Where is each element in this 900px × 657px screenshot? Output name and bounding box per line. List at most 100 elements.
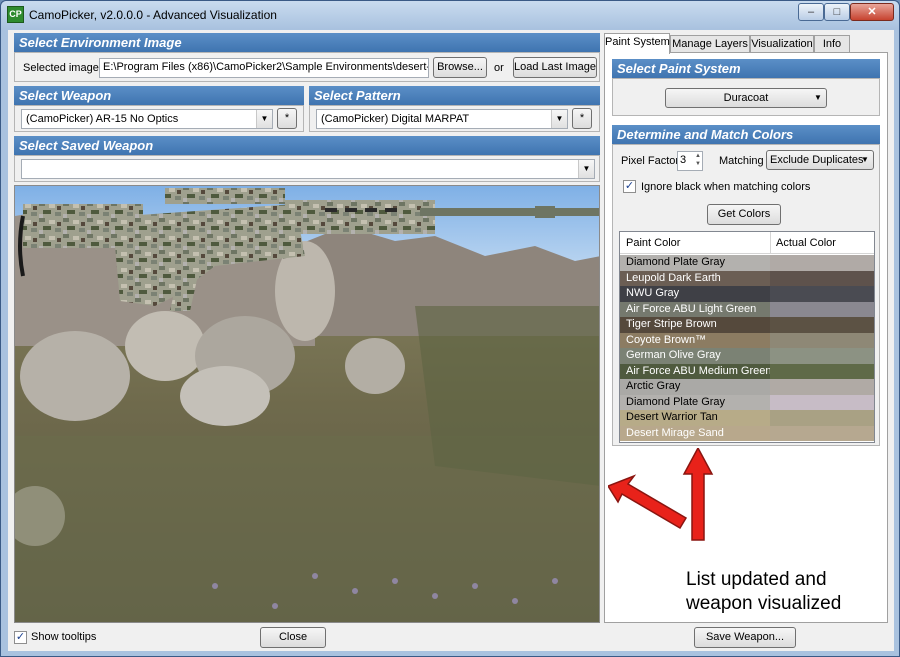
actual-color-swatch <box>770 286 874 302</box>
pixel-factor-stepper[interactable]: 3 ▲ ▼ <box>677 151 703 171</box>
browse-button[interactable]: Browse... <box>433 57 487 78</box>
paint-color-column-header: Paint Color <box>626 237 681 249</box>
weapon-select[interactable]: (CamoPicker) AR-15 No Optics ▼ <box>21 109 273 129</box>
table-row[interactable]: Diamond Plate Gray <box>620 394 874 410</box>
actual-color-swatch <box>770 317 874 333</box>
actual-color-swatch <box>770 332 874 348</box>
ignore-black-checkbox[interactable]: ✓ <box>623 180 636 193</box>
paint-color-cell: Air Force ABU Light Green <box>620 301 770 317</box>
title-bar[interactable]: CP CamoPicker, v2.0.0.0 - Advanced Visua… <box>1 1 899 29</box>
table-row[interactable]: Diamond Plate Gray <box>620 255 874 271</box>
paint-system-panel: Duracoat ▼ <box>612 78 880 116</box>
paint-system-header: Select Paint System <box>612 59 880 78</box>
maximize-button[interactable]: □ <box>824 3 850 21</box>
client-area: Select Environment Image Selected image … <box>8 30 894 651</box>
saved-weapon-panel: ▼ <box>14 155 600 182</box>
desert-scene-image <box>15 186 599 622</box>
weapon-star-button[interactable]: * <box>277 108 297 129</box>
paint-color-cell: Desert Mirage Sand <box>620 425 770 441</box>
paint-color-cell: Leupold Dark Earth <box>620 270 770 286</box>
paint-color-cell: Arctic Gray <box>620 379 770 395</box>
chevron-down-icon: ▼ <box>551 110 567 128</box>
saved-weapon-header: Select Saved Weapon <box>14 136 600 155</box>
show-tooltips-checkbox[interactable]: ✓ <box>14 631 27 644</box>
paint-color-cell: Diamond Plate Gray <box>620 255 770 271</box>
paint-color-cell: Desert Warrior Tan <box>620 410 770 426</box>
window-title: CamoPicker, v2.0.0.0 - Advanced Visualiz… <box>29 8 277 22</box>
annotation-arrows <box>608 448 714 541</box>
actual-color-swatch <box>770 348 874 364</box>
paint-system-select[interactable]: Duracoat ▼ <box>665 88 827 108</box>
annotation-line-1: List updated and <box>686 569 827 590</box>
table-row[interactable]: Arctic Gray <box>620 379 874 395</box>
table-row[interactable]: German Olive Gray <box>620 348 874 364</box>
up-arrow-icon <box>682 448 714 541</box>
table-row[interactable]: Desert Mirage Sand <box>620 425 874 441</box>
tab-info[interactable]: Info <box>814 35 850 53</box>
load-last-image-button[interactable]: Load Last Image <box>513 57 597 78</box>
match-colors-panel: Pixel Factor 3 ▲ ▼ Matching Exclude Dupli… <box>612 144 880 446</box>
close-button[interactable]: Close <box>260 627 326 648</box>
actual-color-swatch <box>770 410 874 426</box>
selected-image-label: Selected image <box>23 62 99 74</box>
environment-header: Select Environment Image <box>14 33 600 52</box>
chevron-down-icon: ▼ <box>256 110 272 128</box>
close-window-button[interactable]: ✕ <box>850 3 894 21</box>
minimize-button[interactable]: – <box>798 3 824 21</box>
colors-table[interactable]: Paint Color Actual Color Diamond Plate G… <box>619 231 875 443</box>
actual-color-swatch <box>770 394 874 410</box>
paint-color-cell: Tiger Stripe Brown <box>620 317 770 333</box>
actual-color-column-header: Actual Color <box>776 237 836 249</box>
table-row[interactable]: Air Force ABU Light Green <box>620 301 874 317</box>
pattern-select[interactable]: (CamoPicker) Digital MARPAT ▼ <box>316 109 568 129</box>
stepper-arrows-icon[interactable]: ▲ ▼ <box>695 152 701 168</box>
colors-table-header: Paint Color Actual Color <box>620 232 874 254</box>
matching-label: Matching <box>719 155 764 167</box>
pattern-panel: (CamoPicker) Digital MARPAT ▼ * <box>309 105 600 132</box>
show-tooltips-label: Show tooltips <box>31 631 97 643</box>
image-path-field[interactable]: E:\Program Files (x86)\CamoPicker2\Sampl… <box>99 58 429 78</box>
paint-color-cell: NWU Gray <box>620 286 770 302</box>
chevron-down-icon: ▼ <box>861 155 869 164</box>
left-arrow-icon <box>608 474 688 530</box>
table-row[interactable]: Leupold Dark Earth <box>620 270 874 286</box>
pattern-header: Select Pattern <box>309 86 600 105</box>
pixel-factor-value: 3 <box>680 154 687 166</box>
ignore-black-label: Ignore black when matching colors <box>641 181 811 193</box>
weapon-header: Select Weapon <box>14 86 304 105</box>
table-row[interactable]: Desert Warrior Tan <box>620 410 874 426</box>
pattern-star-button[interactable]: * <box>572 108 592 129</box>
actual-color-swatch <box>770 270 874 286</box>
or-label: or <box>494 62 504 74</box>
pattern-select-value: (CamoPicker) Digital MARPAT <box>321 113 470 125</box>
environment-panel: Selected image E:\Program Files (x86)\Ca… <box>14 52 600 82</box>
weapon-panel: (CamoPicker) AR-15 No Optics ▼ * <box>14 105 304 132</box>
annotation-line-2: weapon visualized <box>686 593 842 614</box>
environment-image-view[interactable] <box>14 185 600 623</box>
tab-paint-system[interactable]: Paint System <box>604 33 670 54</box>
tab-visualization[interactable]: Visualization <box>750 35 814 53</box>
table-row[interactable]: Air Force ABU Medium Green <box>620 363 874 379</box>
paint-system-select-value: Duracoat <box>723 92 769 104</box>
matching-select[interactable]: Exclude Duplicates ▼ <box>766 150 874 170</box>
actual-color-swatch <box>770 255 874 271</box>
save-weapon-button[interactable]: Save Weapon... <box>694 627 796 648</box>
actual-color-swatch <box>770 379 874 395</box>
table-row[interactable]: NWU Gray <box>620 286 874 302</box>
table-row[interactable]: Coyote Brown™ <box>620 332 874 348</box>
get-colors-button[interactable]: Get Colors <box>707 204 781 225</box>
saved-weapon-select[interactable]: ▼ <box>21 159 595 179</box>
annotation-text: List updated and weapon visualized <box>686 568 841 616</box>
tab-manage-layers[interactable]: Manage Layers <box>670 35 750 53</box>
paint-color-cell: Air Force ABU Medium Green <box>620 363 770 379</box>
actual-color-swatch <box>770 301 874 317</box>
paint-color-cell: Coyote Brown™ <box>620 332 770 348</box>
pixel-factor-label: Pixel Factor <box>621 155 680 167</box>
table-row[interactable]: Tiger Stripe Brown <box>620 317 874 333</box>
actual-color-swatch <box>770 425 874 441</box>
paint-color-cell: Diamond Plate Gray <box>620 394 770 410</box>
app-icon: CP <box>7 6 24 23</box>
paint-color-cell: German Olive Gray <box>620 348 770 364</box>
app-window: CP CamoPicker, v2.0.0.0 - Advanced Visua… <box>0 0 900 657</box>
matching-select-value: Exclude Duplicates <box>770 154 864 166</box>
